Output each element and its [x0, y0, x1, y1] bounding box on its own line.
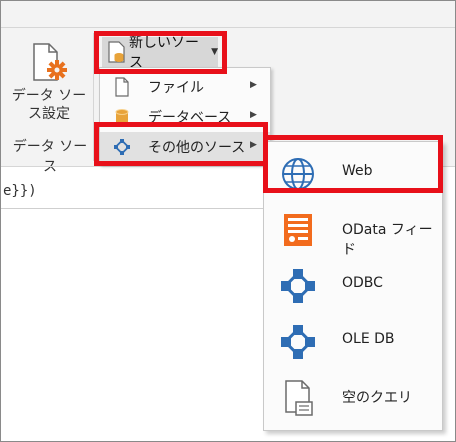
- data-source-settings-label-line2: ス設定: [28, 106, 70, 122]
- new-source-icon: [108, 41, 126, 63]
- chevron-right-icon: ▶: [250, 140, 257, 150]
- chevron-right-icon: ▶: [250, 110, 257, 120]
- menu-item-file[interactable]: ファイル ▶: [100, 72, 270, 102]
- blank-query-icon: [278, 378, 318, 418]
- odata-feed-icon: [278, 210, 318, 250]
- chevron-right-icon: ▶: [250, 80, 257, 90]
- submenu-item-odata-feed[interactable]: OData フィード: [264, 202, 442, 258]
- data-source-settings-label: データ ソー ス設定: [9, 87, 89, 123]
- submenu-item-label: OData フィード: [342, 222, 433, 258]
- submenu-item-label: Web: [342, 163, 373, 179]
- data-source-settings-button[interactable]: データ ソー ス設定: [9, 39, 89, 129]
- ribbon-group-separator: [93, 33, 94, 161]
- submenu-item-blank-query[interactable]: 空のクエリ: [264, 370, 442, 426]
- menu-item-label: ファイル: [148, 80, 204, 96]
- globe-icon: [278, 154, 318, 194]
- formula-bar-border: [1, 208, 263, 209]
- menu-item-label: データベース: [148, 110, 232, 126]
- menu-item-label: その他のソース: [148, 140, 246, 156]
- connector-icon: [278, 266, 318, 306]
- menu-item-other-sources[interactable]: その他のソース ▶: [100, 132, 270, 162]
- ribbon-group-label: データ ソース: [12, 139, 88, 175]
- submenu-item-odbc[interactable]: ODBC: [264, 258, 442, 314]
- submenu-item-web[interactable]: Web: [264, 146, 442, 202]
- new-source-label: 新しいソース: [129, 35, 199, 71]
- window-frame: データ ソー ス設定 データ ソース 新しいソース ▼ e}}) ファイル ▶ …: [0, 0, 456, 442]
- new-source-button[interactable]: 新しいソース ▼: [102, 35, 218, 71]
- connector-icon: [278, 322, 318, 362]
- menu-item-database[interactable]: データベース ▶: [100, 102, 270, 132]
- submenu-item-label: ODBC: [342, 275, 383, 291]
- submenu-item-label: OLE DB: [342, 331, 395, 347]
- submenu-item-ole-db[interactable]: OLE DB: [264, 314, 442, 370]
- new-source-menu: ファイル ▶ データベース ▶ その他のソース ▶: [99, 67, 271, 165]
- file-icon: [112, 77, 132, 97]
- chevron-down-icon: ▼: [211, 47, 218, 57]
- data-source-settings-icon: [33, 43, 67, 81]
- formula-bar-text[interactable]: e}}): [3, 183, 37, 199]
- data-source-settings-label-line1: データ ソー: [11, 88, 87, 104]
- database-icon: [112, 107, 132, 127]
- other-sources-submenu: Web OData フィード ODBC OLE DB 空のクエリ: [263, 141, 443, 431]
- submenu-item-label: 空のクエリ: [342, 390, 412, 406]
- ribbon-divider: [1, 27, 455, 28]
- other-sources-icon: [112, 137, 132, 157]
